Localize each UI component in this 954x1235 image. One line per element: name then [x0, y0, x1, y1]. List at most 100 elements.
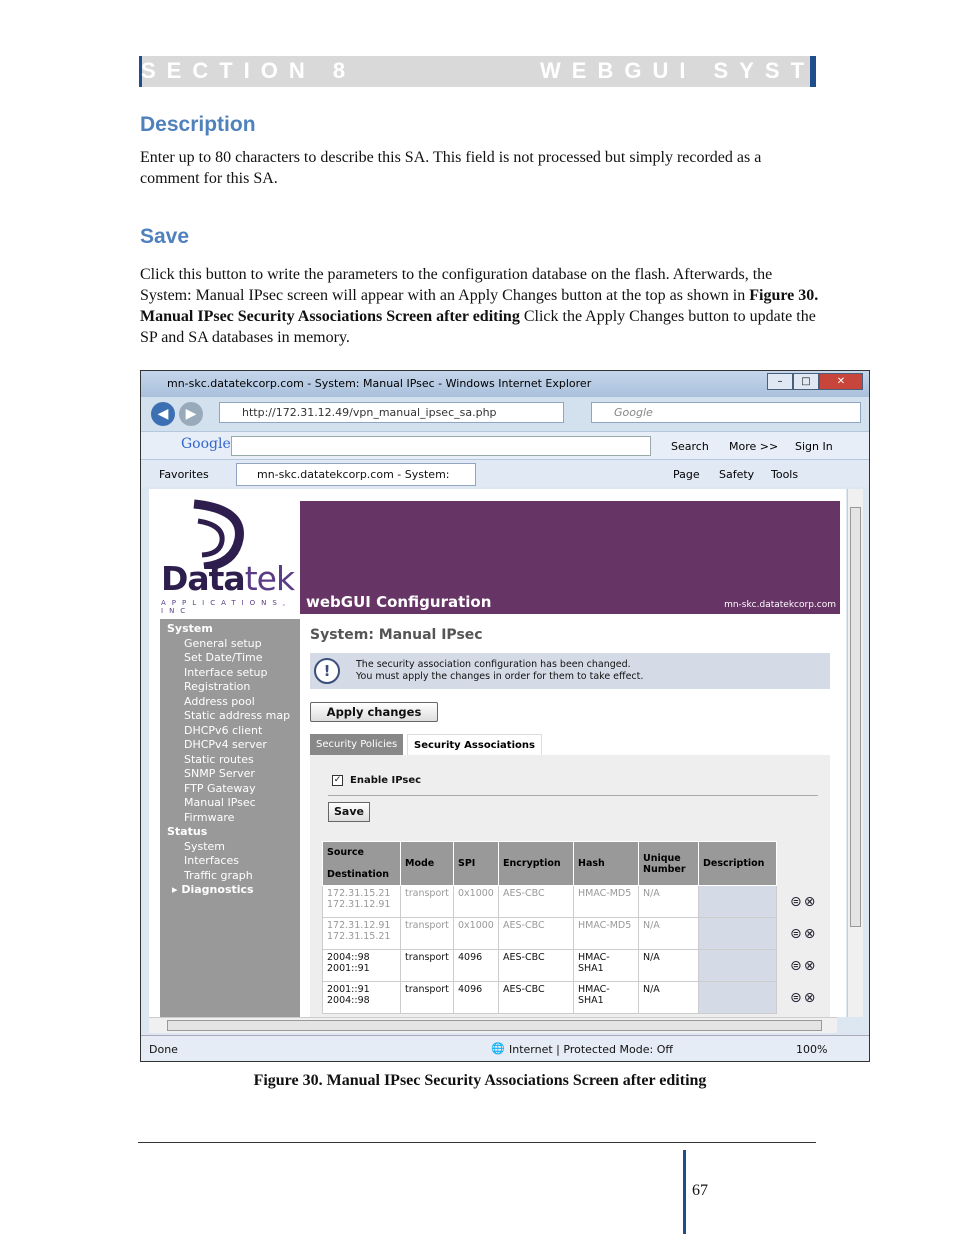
notice-line-1: The security association configuration h…	[356, 659, 631, 670]
browser-tab[interactable]: mn-skc.datatekcorp.com - System: Manual.…	[236, 463, 476, 502]
sidebar-item-traffic-graph[interactable]: Traffic graph	[184, 869, 253, 882]
table-header-row: Source Destination Mode SPI Encryption Ha…	[322, 841, 777, 886]
minimize-button[interactable]: –	[767, 373, 793, 390]
description-text: Enter up to 80 characters to describe th…	[140, 149, 762, 187]
page-number: 67	[692, 1182, 708, 1199]
edit-delete-icon[interactable]: ⊜⊗	[790, 958, 817, 974]
google-logo: Google	[181, 436, 231, 452]
close-button[interactable]: ✕	[819, 373, 863, 390]
scroll-thumb[interactable]	[850, 507, 861, 927]
col-description: Description	[698, 841, 777, 886]
header-banner: webGUI Configuration mn-skc.datatekcorp.…	[300, 501, 840, 614]
more-button[interactable]: More >>	[729, 440, 778, 453]
sidebar-item-interfaces[interactable]: Interfaces	[184, 854, 239, 867]
save-text: Click this button to write the parameter…	[140, 264, 820, 348]
back-arrow-icon[interactable]: ◀	[151, 402, 175, 426]
address-row: ◀ ▶ http://172.31.12.49/vpn_manual_ipsec…	[141, 397, 869, 431]
col-hash: Hash	[573, 841, 639, 886]
save-text-part1: Click this button to write the parameter…	[140, 266, 773, 304]
browser-screenshot: mn-skc.datatekcorp.com - System: Manual …	[140, 370, 870, 1062]
status-text: Done	[149, 1043, 178, 1056]
main-panel: System: Manual IPsec ! The security asso…	[300, 619, 840, 1017]
sidebar-item-general-setup[interactable]: General setup	[184, 637, 262, 650]
sidebar-nav: System General setup Set Date/Time Inter…	[160, 619, 300, 1017]
zoom-level[interactable]: 100%	[796, 1043, 827, 1056]
favorites-bar: Favorites mn-skc.datatekcorp.com - Syste…	[141, 459, 869, 502]
footer-rule	[138, 1142, 816, 1143]
sidebar-item-dhcpv4-server[interactable]: DHCPv4 server	[184, 738, 267, 751]
table-row[interactable]: 2001::91 2004::98 transport 4096 AES-CBC HM…	[322, 981, 777, 1014]
description-heading: Description	[140, 113, 256, 136]
sidebar-item-interface-setup[interactable]: Interface setup	[184, 666, 268, 679]
page-content: Datatek APPLICATIONS, INC webGUI Configu…	[149, 489, 846, 1017]
google-search-input[interactable]	[231, 436, 651, 456]
sidebar-item-dhcpv6-client[interactable]: DHCPv6 client	[184, 724, 262, 737]
enable-ipsec-label: Enable IPsec	[350, 775, 422, 786]
horizontal-scrollbar[interactable]	[149, 1017, 837, 1033]
table-row[interactable]: 172.31.12.91 172.31.15.21 transport 0x1000…	[322, 917, 777, 950]
search-box[interactable]: Google	[591, 402, 861, 423]
sa-table: Source Destination Mode SPI Encryption Ha…	[322, 841, 777, 1014]
notice-line-2: You must apply the changes in order for …	[356, 671, 644, 682]
google-toolbar: Google Search More >> Sign In	[141, 431, 869, 459]
sidebar-section-system[interactable]: System	[167, 622, 213, 635]
sidebar-item-snmp-server[interactable]: SNMP Server	[184, 767, 255, 780]
status-bar: Done 🌐 Internet | Protected Mode: Off 10…	[141, 1035, 869, 1061]
col-mode: Mode	[400, 841, 454, 886]
address-bar[interactable]: http://172.31.12.49/vpn_manual_ipsec_sa.…	[219, 402, 564, 423]
sidebar-item-firmware[interactable]: Firmware	[184, 811, 234, 824]
tab-security-policies[interactable]: Security Policies	[310, 734, 404, 755]
figure-caption: Figure 30. Manual IPsec Security Associa…	[253, 1072, 707, 1089]
security-zone: Internet | Protected Mode: Off	[509, 1043, 673, 1056]
sidebar-item-address-pool[interactable]: Address pool	[184, 695, 255, 708]
apply-changes-button[interactable]: Apply changes	[310, 702, 438, 722]
exclamation-icon: !	[314, 658, 340, 684]
forward-arrow-icon[interactable]: ▶	[179, 402, 203, 426]
col-unique-number: Unique Number	[638, 841, 699, 886]
datatek-logo: Datatek APPLICATIONS, INC	[149, 489, 300, 619]
edit-delete-icon[interactable]: ⊜⊗	[790, 894, 817, 910]
sidebar-section-diagnostics[interactable]: ▸ Diagnostics	[172, 883, 254, 896]
col-spi: SPI	[453, 841, 499, 886]
enable-ipsec-checkbox[interactable]: ✓	[332, 775, 343, 786]
search-button[interactable]: Search	[671, 440, 709, 453]
sidebar-item-manual-ipsec[interactable]: Manual IPsec	[184, 796, 256, 809]
banner-title: webGUI Configuration	[306, 593, 492, 611]
table-row[interactable]: 2004::98 2001::91 transport 4096 AES-CBC HM…	[322, 949, 777, 982]
tab-panel: ✓ Enable IPsec Save Source Destination Mo…	[310, 755, 830, 1017]
save-button[interactable]: Save	[328, 802, 370, 822]
favorites-button[interactable]: Favorites	[159, 468, 209, 481]
logo-wordmark: Datatek	[161, 559, 295, 598]
edit-delete-icon[interactable]: ⊜⊗	[790, 990, 817, 1006]
section-number: SECTION 8	[141, 58, 357, 83]
window-controls: – □ ✕	[767, 373, 863, 390]
table-row[interactable]: 172.31.15.21 172.31.12.91 transport 0x1000…	[322, 885, 777, 918]
window-title: mn-skc.datatekcorp.com - System: Manual …	[167, 377, 592, 390]
section-title: WEBGUI SYSTEM	[540, 58, 871, 83]
maximize-button[interactable]: □	[793, 373, 819, 390]
edit-delete-icon[interactable]: ⊜⊗	[790, 926, 817, 942]
sidebar-item-ftp-gateway[interactable]: FTP Gateway	[184, 782, 256, 795]
vertical-scrollbar[interactable]	[847, 489, 863, 1017]
globe-icon: 🌐	[491, 1042, 505, 1055]
sidebar-item-registration[interactable]: Registration	[184, 680, 250, 693]
col-encryption: Encryption	[498, 841, 574, 886]
sidebar-item-static-address-map[interactable]: Static address map	[184, 709, 290, 722]
save-heading: Save	[140, 225, 190, 248]
window-titlebar: mn-skc.datatekcorp.com - System: Manual …	[141, 371, 869, 397]
page-menu[interactable]: Page	[673, 468, 700, 481]
change-notice: ! The security association configuration…	[310, 653, 830, 689]
sign-in-link[interactable]: Sign In	[795, 440, 833, 453]
banner-hostname: mn-skc.datatekcorp.com	[724, 600, 836, 610]
tab-security-associations[interactable]: Security Associations	[407, 734, 542, 755]
sidebar-item-set-date-time[interactable]: Set Date/Time	[184, 651, 262, 664]
tools-menu[interactable]: Tools	[771, 468, 798, 481]
triangle-right-icon: ▸	[172, 883, 182, 896]
sidebar-section-status[interactable]: Status	[167, 825, 207, 838]
sidebar-item-static-routes[interactable]: Static routes	[184, 753, 254, 766]
divider	[328, 795, 818, 796]
scroll-thumb[interactable]	[167, 1020, 822, 1031]
safety-menu[interactable]: Safety	[719, 468, 754, 481]
sidebar-item-status-system[interactable]: System	[184, 840, 225, 853]
page-number-bar	[683, 1150, 686, 1234]
